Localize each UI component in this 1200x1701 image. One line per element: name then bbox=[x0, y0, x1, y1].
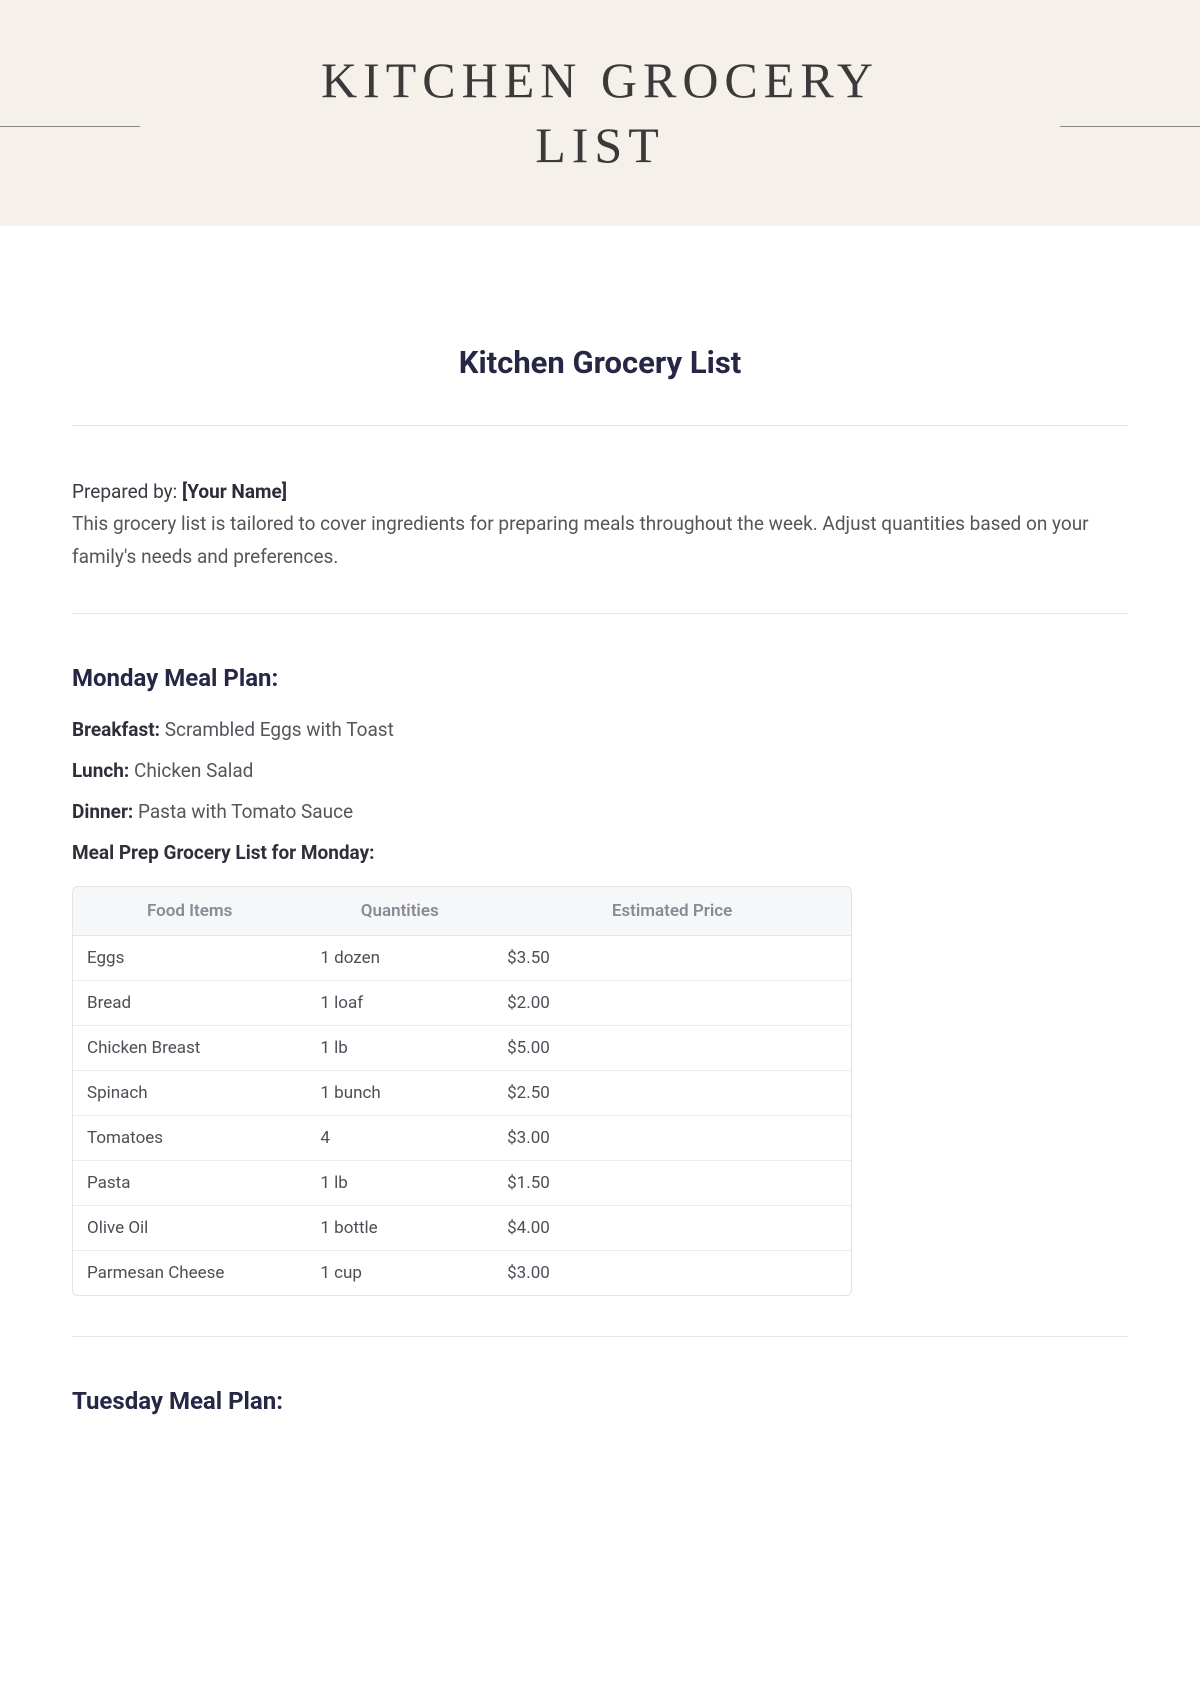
banner-title-line2: LIST bbox=[535, 117, 665, 173]
table-cell-qty: 1 lb bbox=[306, 1025, 493, 1070]
banner-title-line1: KITCHEN GROCERY bbox=[321, 52, 879, 108]
table-cell-qty: 4 bbox=[306, 1115, 493, 1160]
prepared-by-line: Prepared by: [Your Name] bbox=[72, 476, 1128, 508]
th-food-items: Food Items bbox=[73, 887, 306, 936]
intro-block: Prepared by: [Your Name] This grocery li… bbox=[72, 476, 1128, 573]
table-cell-qty: 1 loaf bbox=[306, 980, 493, 1025]
intro-blurb: This grocery list is tailored to cover i… bbox=[72, 508, 1128, 573]
prepared-by-name: [Your Name] bbox=[182, 480, 287, 503]
divider bbox=[72, 1336, 1128, 1337]
monday-dinner: Dinner: Pasta with Tomato Sauce bbox=[72, 800, 1128, 823]
divider bbox=[72, 425, 1128, 426]
table-cell-qty: 1 cup bbox=[306, 1250, 493, 1295]
th-estimated-price: Estimated Price bbox=[493, 887, 851, 936]
banner-rule-left bbox=[0, 126, 140, 127]
table-row: Spinach1 bunch$2.50 bbox=[73, 1070, 851, 1115]
table-cell-item: Parmesan Cheese bbox=[73, 1250, 306, 1295]
table-cell-qty: 1 bunch bbox=[306, 1070, 493, 1115]
table-cell-item: Pasta bbox=[73, 1160, 306, 1205]
banner-rule-right bbox=[1060, 126, 1200, 127]
banner: KITCHEN GROCERY LIST bbox=[0, 0, 1200, 226]
breakfast-label: Breakfast: bbox=[72, 718, 160, 741]
table-cell-item: Tomatoes bbox=[73, 1115, 306, 1160]
th-quantities: Quantities bbox=[306, 887, 493, 936]
table-row: Chicken Breast1 lb$5.00 bbox=[73, 1025, 851, 1070]
table-cell-price: $5.00 bbox=[493, 1025, 851, 1070]
table-row: Pasta1 lb$1.50 bbox=[73, 1160, 851, 1205]
tuesday-heading: Tuesday Meal Plan: bbox=[72, 1387, 1128, 1415]
prepared-by-label: Prepared by: bbox=[72, 480, 182, 503]
table-cell-price: $2.00 bbox=[493, 980, 851, 1025]
document-content: Kitchen Grocery List Prepared by: [Your … bbox=[0, 344, 1200, 1415]
monday-heading: Monday Meal Plan: bbox=[72, 664, 1128, 692]
lunch-label: Lunch: bbox=[72, 759, 129, 782]
monday-lunch: Lunch: Chicken Salad bbox=[72, 759, 1128, 782]
breakfast-value: Scrambled Eggs with Toast bbox=[160, 718, 394, 741]
table-cell-price: $3.00 bbox=[493, 1115, 851, 1160]
table-header-row: Food Items Quantities Estimated Price bbox=[73, 887, 851, 936]
table-cell-qty: 1 bottle bbox=[306, 1205, 493, 1250]
table-cell-price: $3.50 bbox=[493, 935, 851, 980]
table-cell-item: Chicken Breast bbox=[73, 1025, 306, 1070]
table-cell-price: $2.50 bbox=[493, 1070, 851, 1115]
table-cell-item: Olive Oil bbox=[73, 1205, 306, 1250]
table-cell-price: $3.00 bbox=[493, 1250, 851, 1295]
table-row: Bread1 loaf$2.00 bbox=[73, 980, 851, 1025]
dinner-label: Dinner: bbox=[72, 800, 133, 823]
table-cell-price: $1.50 bbox=[493, 1160, 851, 1205]
table-cell-price: $4.00 bbox=[493, 1205, 851, 1250]
table-cell-item: Eggs bbox=[73, 935, 306, 980]
table-cell-qty: 1 dozen bbox=[306, 935, 493, 980]
table-row: Tomatoes4$3.00 bbox=[73, 1115, 851, 1160]
banner-title: KITCHEN GROCERY LIST bbox=[321, 48, 879, 178]
monday-table: Food Items Quantities Estimated Price Eg… bbox=[72, 886, 852, 1296]
table-row: Olive Oil1 bottle$4.00 bbox=[73, 1205, 851, 1250]
monday-breakfast: Breakfast: Scrambled Eggs with Toast bbox=[72, 718, 1128, 741]
lunch-value: Chicken Salad bbox=[129, 759, 253, 782]
table-cell-item: Spinach bbox=[73, 1070, 306, 1115]
table-cell-item: Bread bbox=[73, 980, 306, 1025]
table-row: Parmesan Cheese1 cup$3.00 bbox=[73, 1250, 851, 1295]
divider bbox=[72, 613, 1128, 614]
page-title: Kitchen Grocery List bbox=[72, 344, 1128, 381]
monday-subhead: Meal Prep Grocery List for Monday: bbox=[72, 841, 1128, 864]
table-cell-qty: 1 lb bbox=[306, 1160, 493, 1205]
dinner-value: Pasta with Tomato Sauce bbox=[133, 800, 353, 823]
table-row: Eggs1 dozen$3.50 bbox=[73, 935, 851, 980]
